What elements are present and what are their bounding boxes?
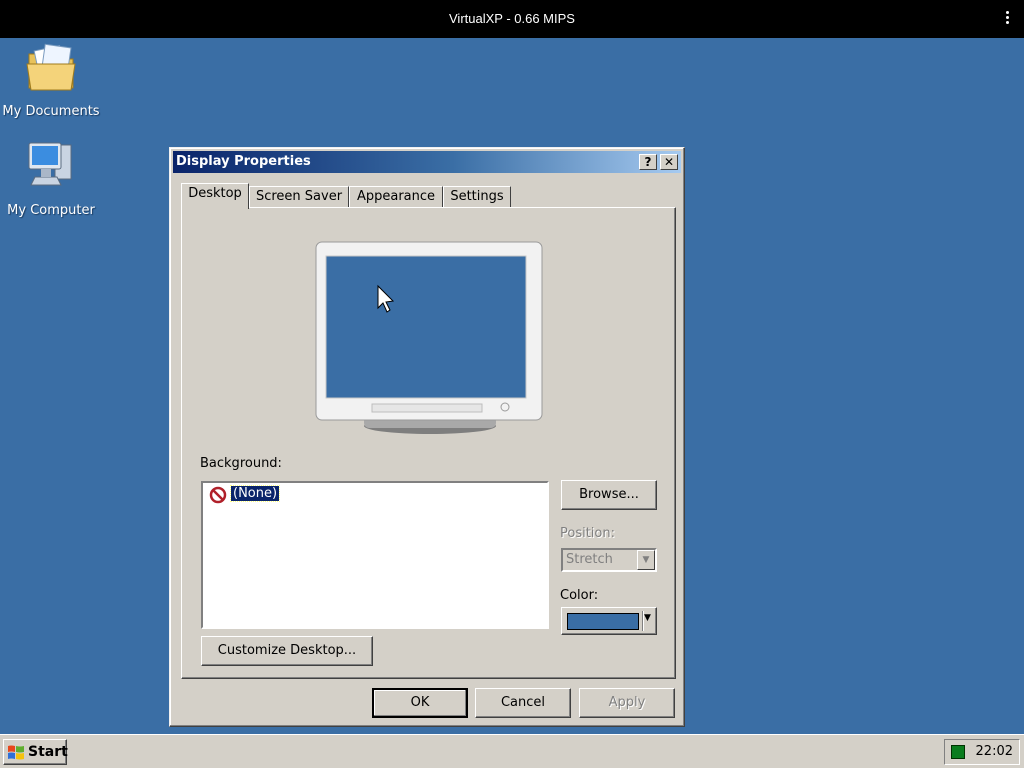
position-label: Position:	[560, 526, 615, 541]
dialog-title-bar[interactable]: Display Properties ? ✕	[173, 151, 681, 173]
apply-button[interactable]: Apply	[579, 688, 675, 718]
desktop-icon-my-documents[interactable]: My Documents	[0, 40, 106, 119]
more-options-icon[interactable]	[1006, 11, 1010, 25]
monitor-preview	[315, 241, 543, 434]
desktop-icon-label: My Documents	[2, 104, 100, 119]
tab-appearance[interactable]: Appearance	[349, 186, 443, 208]
list-item-label: (None)	[229, 485, 281, 502]
position-select[interactable]: Stretch ▼	[561, 548, 657, 572]
none-icon	[209, 486, 227, 504]
color-swatch	[567, 613, 639, 630]
tab-screen-saver[interactable]: Screen Saver	[249, 186, 349, 208]
background-list[interactable]: (None)	[201, 481, 549, 629]
close-button[interactable]: ✕	[660, 154, 678, 170]
customize-desktop-button[interactable]: Customize Desktop...	[201, 636, 373, 666]
tab-settings[interactable]: Settings	[443, 186, 511, 208]
chevron-down-icon: ▼	[644, 613, 651, 623]
desktop-icon-my-computer[interactable]: My Computer	[0, 139, 106, 218]
folder-documents-icon	[26, 43, 76, 91]
browse-button[interactable]: Browse...	[561, 480, 657, 510]
computer-icon	[28, 142, 72, 186]
cancel-button[interactable]: Cancel	[475, 688, 571, 718]
position-value: Stretch	[566, 552, 613, 567]
dialog-title: Display Properties	[176, 154, 311, 169]
taskbar: Start 22:02	[0, 734, 1024, 768]
color-picker-button[interactable]: ▼	[561, 607, 657, 635]
desktop-icon-label: My Computer	[7, 203, 95, 218]
background-label: Background:	[200, 456, 282, 471]
system-tray: 22:02	[944, 739, 1020, 765]
display-properties-dialog: Display Properties ? ✕ Desktop Screen Sa…	[169, 147, 685, 727]
windows-logo-icon	[8, 745, 24, 760]
network-status-icon[interactable]	[951, 745, 965, 759]
chevron-down-icon: ▼	[637, 550, 655, 570]
help-button[interactable]: ?	[639, 154, 657, 170]
clock: 22:02	[975, 744, 1013, 759]
divider	[642, 611, 643, 631]
color-label: Color:	[560, 588, 599, 603]
host-title-bar: VirtualXP - 0.66 MIPS	[0, 0, 1024, 38]
host-title: VirtualXP - 0.66 MIPS	[449, 11, 575, 26]
tab-desktop[interactable]: Desktop	[181, 183, 249, 209]
start-button[interactable]: Start	[3, 739, 68, 765]
ok-button[interactable]: OK	[372, 688, 468, 718]
start-label: Start	[28, 744, 68, 760]
